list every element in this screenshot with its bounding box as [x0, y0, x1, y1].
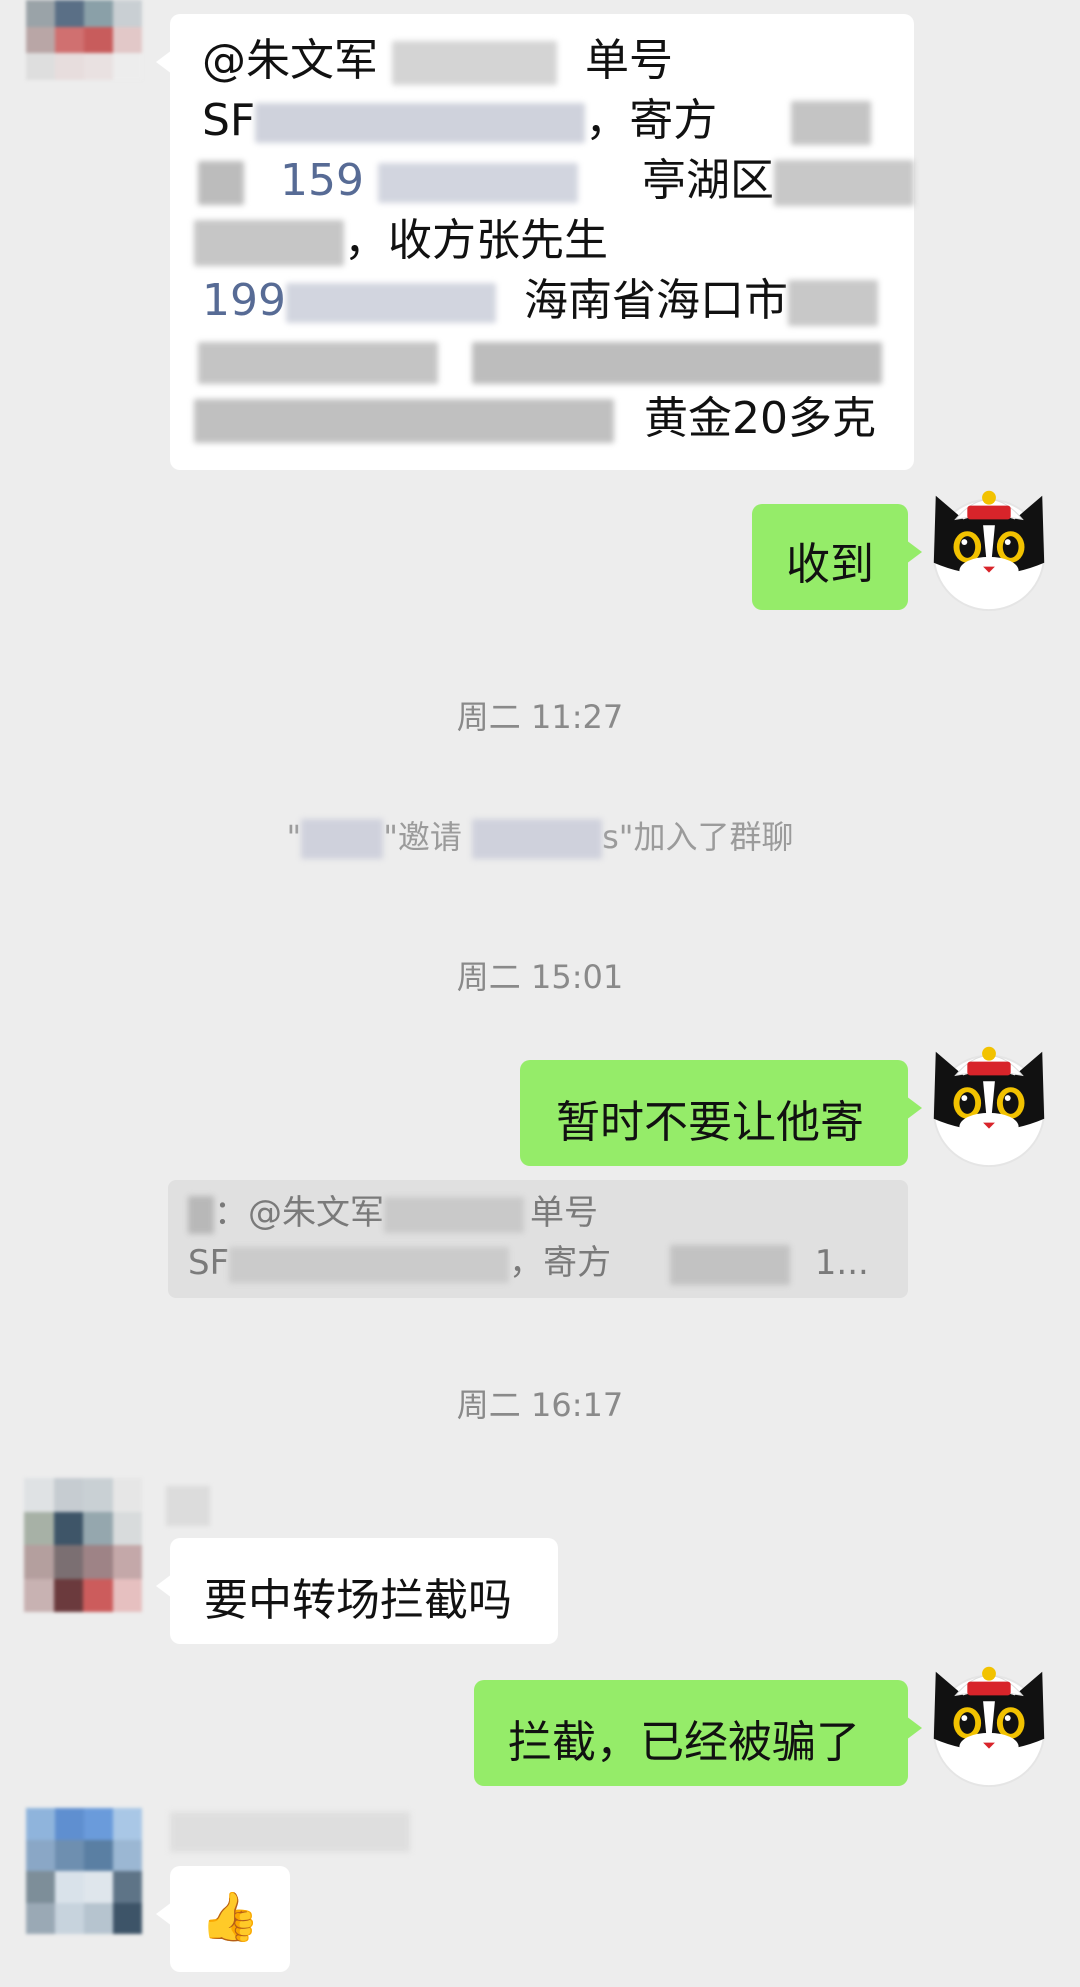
timestamp: 周二 15:01 [456, 958, 624, 996]
timestamp: 周二 11:27 [456, 698, 624, 736]
message-text: 收到 [786, 539, 874, 590]
cat-avatar-icon[interactable] [920, 1032, 1058, 1170]
quote-text: ，寄方 [509, 1243, 612, 1283]
redacted-text [377, 163, 578, 203]
message-text: 要中转场拦截吗 [204, 1575, 512, 1626]
redacted-text [198, 342, 438, 384]
tracking-prefix: SF [202, 95, 256, 146]
thumbs-up-icon: 👍 [200, 1889, 260, 1945]
message-bubble-other[interactable]: 要中转场拦截吗 [156, 1538, 558, 1644]
redacted-text [229, 1246, 510, 1283]
sender-name [166, 1486, 210, 1526]
redacted-text [773, 160, 914, 206]
mention-text: @朱文军 [202, 35, 378, 86]
redacted-text [198, 161, 244, 205]
cat-avatar-icon[interactable] [920, 476, 1058, 614]
notice-text: "邀请 [383, 818, 462, 856]
redacted-name [188, 1195, 214, 1234]
message-text: 暂时不要让他寄 [556, 1097, 864, 1148]
avatar[interactable] [24, 1478, 142, 1612]
address-text: 亭湖区 [641, 155, 774, 206]
redacted-text [194, 220, 344, 266]
sender-name [170, 1812, 410, 1852]
avatar[interactable] [26, 0, 142, 80]
redacted-text [384, 1196, 524, 1233]
label-text: ，寄方 [585, 95, 718, 146]
message-bubble-other[interactable]: 👍 [156, 1866, 290, 1972]
quoted-message[interactable]: ：@朱文军 单号 SF ，寄方 1... [168, 1180, 908, 1298]
message-bubble-self[interactable]: 暂时不要让他寄 [520, 1060, 922, 1166]
timestamp: 周二 16:17 [456, 1386, 624, 1424]
cat-avatar-icon[interactable] [920, 1652, 1058, 1790]
redacted-name [472, 819, 603, 859]
avatar[interactable] [26, 1808, 142, 1934]
label-text: 单号 [585, 35, 673, 86]
redacted-text [392, 41, 557, 85]
message-bubble-self[interactable]: 收到 [752, 504, 922, 610]
notice-text: s"加入了群聊 [602, 818, 794, 856]
message-bubble-order-info[interactable]: @朱文军 单号 SF ，寄方 159 亭湖区 ，收方张先生 199 海南省海口市 … [156, 14, 914, 470]
phone-number[interactable]: 199 [202, 275, 286, 326]
receiver-text: ，收方张先生 [344, 215, 608, 266]
system-notice: " "邀请 s"加入了群聊 [0, 812, 1080, 859]
redacted-text [285, 283, 496, 323]
redacted-text [791, 101, 872, 145]
quote-text: 1... [814, 1243, 869, 1283]
message-text: 拦截，已经被骗了 [508, 1717, 860, 1768]
address-text: 海南省海口市 [523, 275, 788, 326]
quote-text: ： [214, 1193, 248, 1233]
redacted-text [255, 103, 586, 143]
redacted-text [787, 280, 878, 326]
redacted-text [194, 399, 614, 443]
redacted-text [472, 342, 882, 384]
quote-text: SF [188, 1243, 230, 1283]
quote-text: 单号 [530, 1193, 598, 1233]
quote-text: @朱文军 [248, 1193, 384, 1233]
message-bubble-self[interactable]: 拦截，已经被骗了 [474, 1680, 922, 1786]
phone-number[interactable]: 159 [280, 155, 364, 206]
notice-text: " [286, 818, 302, 856]
item-text: 黄金20多克 [644, 393, 876, 444]
redacted-name [301, 819, 384, 859]
redacted-text [669, 1244, 790, 1285]
